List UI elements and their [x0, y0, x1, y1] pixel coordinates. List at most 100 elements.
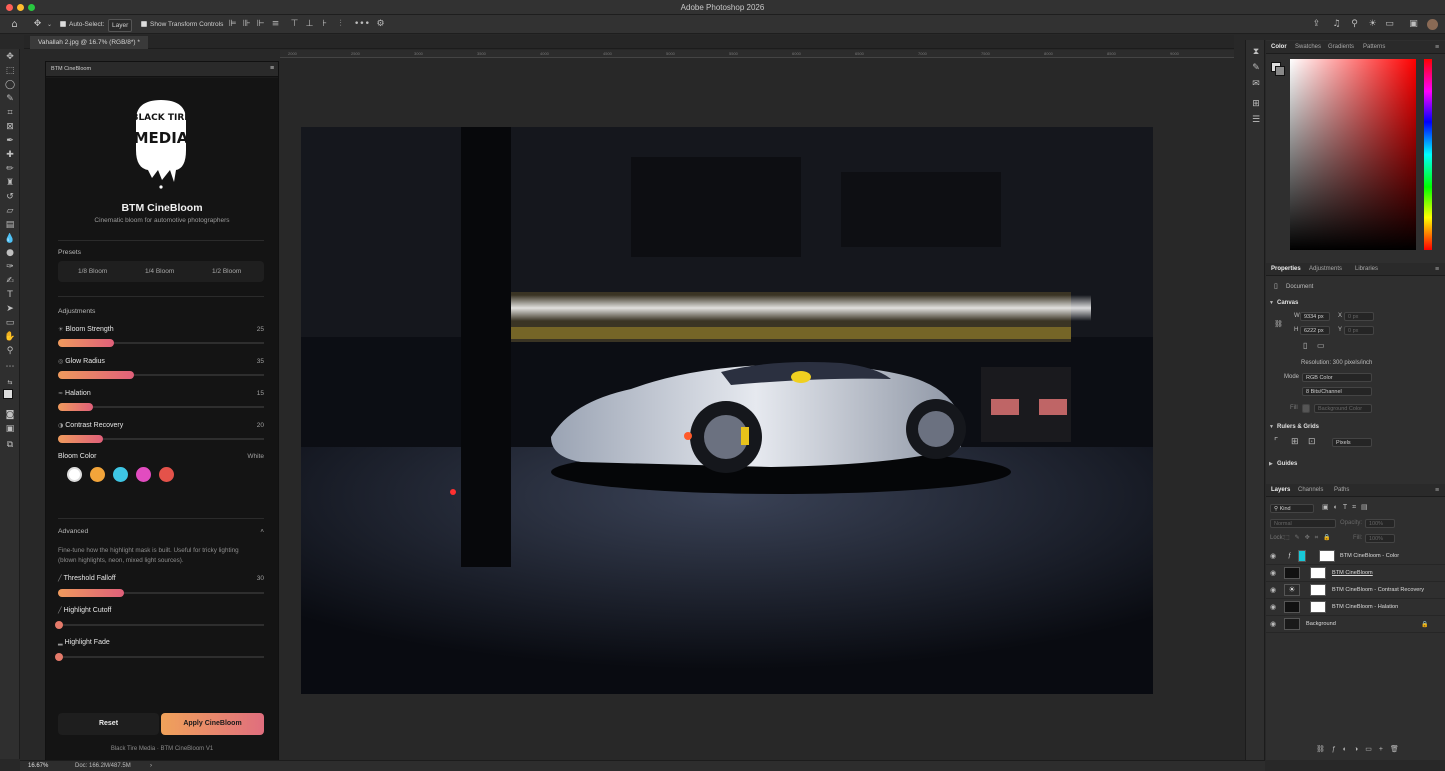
glow-radius-slider[interactable] — [58, 371, 134, 379]
chevron-down-icon[interactable]: ▼ — [1269, 300, 1274, 306]
height-field[interactable]: 6222 px — [1300, 326, 1330, 335]
halation-slider[interactable] — [58, 403, 93, 411]
distribute-vertical-icon[interactable]: ⫶ — [335, 19, 346, 30]
preset-1-8-bloom[interactable]: 1/8 Bloom — [78, 268, 107, 275]
tab-libraries[interactable]: Libraries — [1355, 266, 1378, 272]
fill-field[interactable]: 100% — [1365, 534, 1395, 543]
bloom-color-red[interactable] — [159, 467, 174, 482]
share-icon[interactable]: ⇪ — [1311, 19, 1322, 30]
color-picker-field[interactable] — [1290, 59, 1416, 250]
y-field[interactable]: 0 px — [1344, 326, 1374, 335]
mode-dropdown[interactable]: RGB Color — [1302, 373, 1372, 382]
gradient-tool-icon[interactable]: ▤ — [4, 219, 16, 231]
glyphs-icon[interactable]: ⊞ — [1250, 98, 1262, 110]
layer-row[interactable]: ◉ ƒ BTM CineBloom - Color — [1266, 548, 1445, 565]
discover-icon[interactable]: ☀ — [1367, 19, 1378, 30]
highlight-fade-track[interactable] — [58, 656, 264, 658]
hue-slider[interactable] — [1424, 59, 1432, 250]
highlight-fade-slider[interactable] — [55, 653, 63, 661]
auto-select-dropdown[interactable]: Layer — [108, 19, 133, 32]
quick-mask-icon[interactable]: ◙ — [4, 409, 16, 421]
layer-row[interactable]: ◉ Background 🔒 — [1266, 616, 1445, 633]
crop-tool-icon[interactable]: ⌗ — [4, 107, 16, 119]
avatar[interactable] — [1427, 19, 1438, 30]
auto-select-checkbox[interactable]: Auto-Select: — [60, 19, 104, 30]
cloud-icon[interactable]: ▣ — [1408, 19, 1419, 30]
chevron-right-icon[interactable]: ▶ — [1269, 461, 1273, 467]
background-color-swatch[interactable] — [1275, 66, 1285, 76]
layer-row[interactable]: ◉ BTM CineBloom — [1266, 565, 1445, 582]
grid-toggle-icon[interactable]: ⊞ — [1291, 436, 1299, 447]
chevron-down-icon[interactable]: ⌄ — [44, 19, 55, 30]
fill-swatch[interactable] — [1302, 404, 1310, 413]
zoom-level[interactable]: 16.67% — [28, 763, 48, 769]
notification-icon[interactable]: ♫ — [1331, 19, 1342, 30]
tab-gradients[interactable]: Gradients — [1328, 44, 1354, 50]
home-icon[interactable]: ⌂ — [9, 19, 20, 30]
highlight-cutoff-track[interactable] — [58, 624, 264, 626]
fill-dropdown[interactable]: Background Color — [1314, 404, 1372, 413]
hand-tool-icon[interactable]: ✋ — [4, 331, 16, 343]
document-tab[interactable]: Vahallah 2.jpg @ 16.7% (RGB/8*) * — [30, 36, 148, 49]
layer-row[interactable]: ◉ BTM CineBloom - Halation — [1266, 599, 1445, 616]
search-icon[interactable]: ⚲ — [1349, 19, 1360, 30]
frame-tool-icon[interactable]: ⊠ — [4, 121, 16, 133]
history-brush-icon[interactable]: ↺ — [4, 191, 16, 203]
panel-menu-icon[interactable]: ≡ — [270, 65, 274, 72]
bloom-color-orange[interactable] — [90, 467, 105, 482]
layer-footer-icons[interactable]: ⛓ƒ◐◑▭+🗑 — [1316, 745, 1406, 753]
align-center-icon[interactable]: ⊪ — [241, 19, 252, 30]
bloom-color-magenta[interactable] — [136, 467, 151, 482]
pen-tool-icon[interactable]: ✑ — [4, 261, 16, 273]
contrast-recovery-slider[interactable] — [58, 435, 103, 443]
type-tool-icon[interactable]: T — [4, 289, 16, 301]
move-tool-icon[interactable]: ✥ — [32, 19, 43, 30]
more-tools-icon[interactable]: ⋯ — [4, 361, 16, 373]
pixel-grid-icon[interactable]: ⊡ — [1308, 436, 1316, 447]
layer-kind-filter[interactable]: ⚲ Kind — [1270, 504, 1314, 513]
zoom-tool-icon[interactable]: ⚲ — [4, 345, 16, 357]
landscape-orientation-icon[interactable]: ▭ — [1317, 341, 1325, 350]
blend-mode-dropdown[interactable]: Normal — [1270, 519, 1336, 528]
doc-size[interactable]: Doc: 166.2M/487.5M — [75, 763, 131, 769]
opacity-field[interactable]: 100% — [1365, 519, 1395, 528]
bloom-color-cyan[interactable] — [113, 467, 128, 482]
apply-cinebloom-button[interactable]: Apply CineBloom — [161, 713, 264, 735]
panel-menu-icon[interactable]: ≡ — [1435, 487, 1439, 494]
pen-freeform-icon[interactable]: ✍ — [4, 275, 16, 287]
healing-tool-icon[interactable]: ✚ — [4, 149, 16, 161]
chevron-right-icon[interactable]: › — [150, 763, 152, 769]
width-field[interactable]: 9334 px — [1300, 312, 1330, 321]
rectangle-tool-icon[interactable]: ▭ — [4, 317, 16, 329]
bit-depth-dropdown[interactable]: 8 Bits/Channel — [1302, 387, 1372, 396]
quick-select-tool-icon[interactable]: ✎ — [4, 93, 16, 105]
tab-color[interactable]: Color — [1271, 44, 1287, 50]
align-bottom-icon[interactable]: ⊦ — [319, 19, 330, 30]
panel-menu-icon[interactable]: ≡ — [1435, 266, 1439, 273]
layer-filter-icons[interactable]: ▣◐T⌗▤ — [1322, 503, 1373, 512]
dodge-tool-icon[interactable]: ● — [4, 247, 16, 259]
panel-menu-icon[interactable]: ≡ — [1435, 44, 1439, 51]
screen-mode-icon[interactable]: ▣ — [4, 423, 16, 435]
tab-properties[interactable]: Properties — [1271, 266, 1301, 272]
align-right-icon[interactable]: ⊩ — [255, 19, 266, 30]
portrait-orientation-icon[interactable]: ▯ — [1303, 341, 1307, 350]
panel-tab[interactable]: BTM CineBloom ≡ — [46, 62, 278, 77]
tab-adjustments[interactable]: Adjustments — [1309, 266, 1342, 272]
tab-patterns[interactable]: Patterns — [1363, 44, 1385, 50]
align-top-icon[interactable]: ⊤ — [289, 19, 300, 30]
eye-icon[interactable]: ◉ — [1270, 603, 1276, 611]
show-transform-controls-checkbox[interactable]: Show Transform Controls — [141, 19, 223, 30]
gear-icon[interactable]: ⚙ — [375, 19, 386, 30]
move-tool-icon[interactable]: ✥ — [4, 51, 16, 63]
tab-channels[interactable]: Channels — [1298, 487, 1323, 493]
eye-icon[interactable]: ◉ — [1270, 620, 1276, 628]
highlight-cutoff-slider[interactable] — [55, 621, 63, 629]
x-field[interactable]: 0 px — [1344, 312, 1374, 321]
more-options-button[interactable]: ••• — [354, 19, 370, 30]
tab-paths[interactable]: Paths — [1334, 487, 1349, 493]
swap-colors-icon[interactable]: ⇆ — [4, 377, 16, 389]
eye-icon[interactable]: ◉ — [1270, 586, 1276, 594]
adjustments-panel-icon[interactable]: ☰ — [1250, 114, 1262, 126]
threshold-falloff-slider[interactable] — [58, 589, 124, 597]
